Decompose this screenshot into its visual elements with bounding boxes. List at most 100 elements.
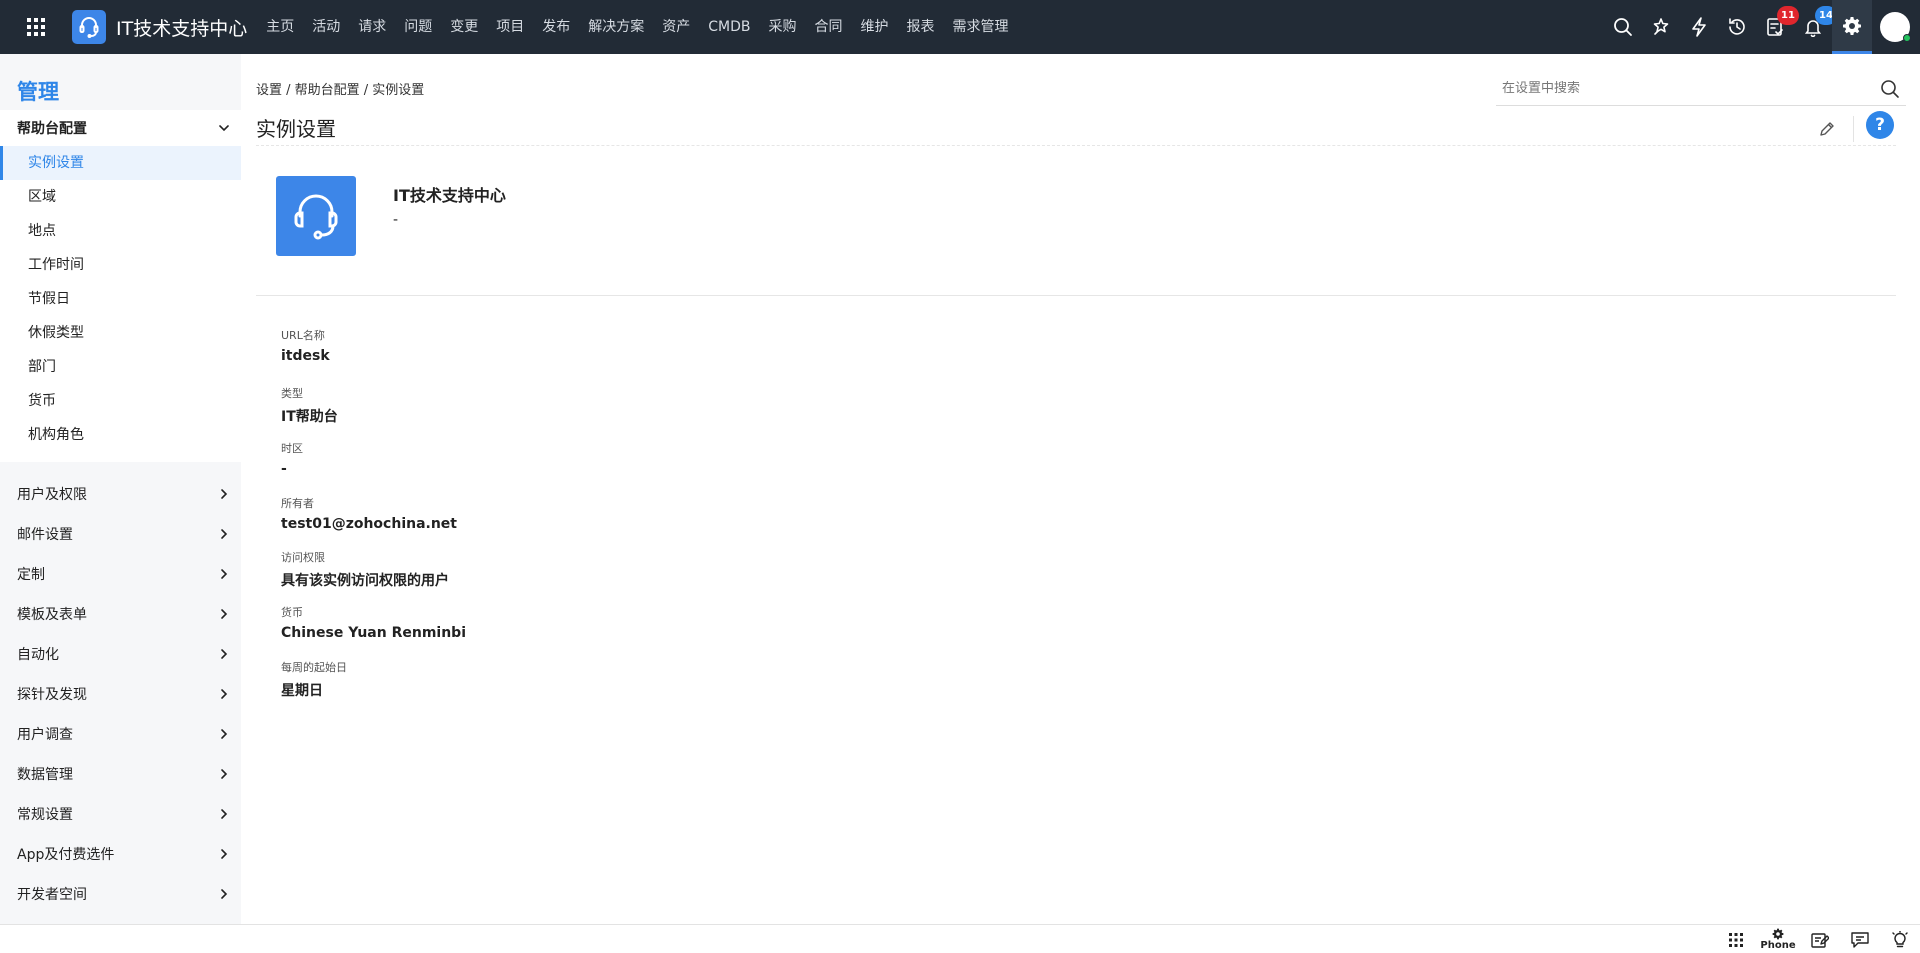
chevron-right-icon [221,529,228,539]
sidebar-item-data-management[interactable]: 数据管理 [0,754,241,794]
settings-search-button[interactable] [1880,79,1900,103]
chevron-right-icon [221,489,228,499]
sidebar-item-developer-space[interactable]: 开发者空间 [0,874,241,914]
sidebar-item-user-survey[interactable]: 用户调查 [0,714,241,754]
page-title: 实例设置 [256,117,336,141]
sidebar-item-label: 用户及权限 [17,487,87,503]
sidebar-item-apps-addons[interactable]: App及付费选件 [0,834,241,874]
edit-button[interactable] [1816,118,1838,140]
sidebar-item-users-permissions[interactable]: 用户及权限 [0,474,241,514]
sidebar-item-holidays[interactable]: 节假日 [0,282,241,316]
phone-button[interactable]: Phone [1756,925,1800,953]
nav-cmdb[interactable]: CMDB [699,0,759,54]
settings-search [1496,72,1906,106]
user-avatar[interactable] [1880,12,1911,42]
settings-search-input[interactable] [1496,81,1866,96]
field-type: 类型 IT帮助台 [281,385,338,426]
field-label: 时区 [281,442,303,455]
phone-label: Phone [1760,940,1796,951]
field-label: 货币 [281,606,303,619]
headset-logo-icon [72,10,106,44]
sidebar-item-regions[interactable]: 区域 [0,180,241,214]
field-url-name: URL名称 itdesk [281,327,330,364]
sidebar-item-automation[interactable]: 自动化 [0,634,241,674]
field-label: 访问权限 [281,551,325,564]
nav-changes[interactable]: 变更 [441,0,487,54]
apps-grid-icon [1729,932,1743,947]
field-value: 具有该实例访问权限的用户 [281,573,449,589]
bottom-bar: Phone [0,924,1920,953]
sidebar-item-label: 邮件设置 [17,527,73,543]
sidebar-item-org-roles[interactable]: 机构角色 [0,418,241,452]
main-content: 设置 / 帮助台配置 / 实例设置 实例设置 ? IT技术支持中心 - URL名… [241,54,1920,924]
quick-create-button[interactable] [1642,0,1680,54]
brand[interactable]: IT技术支持中心 [72,0,257,54]
recent-items-button[interactable] [1718,0,1756,54]
chevron-right-icon [221,729,228,739]
sidebar-item-departments[interactable]: 部门 [0,350,241,384]
chevron-right-icon [221,849,228,859]
sidebar-title: 管理 [17,80,59,104]
nav-demand-management[interactable]: 需求管理 [943,0,1017,54]
nav-projects[interactable]: 项目 [487,0,533,54]
sidebar-item-currency[interactable]: 货币 [0,384,241,418]
sidebar-item-leave-types[interactable]: 休假类型 [0,316,241,350]
nav-maintenance[interactable]: 维护 [851,0,897,54]
tips-button[interactable] [1880,925,1920,953]
chevron-right-icon [221,769,228,779]
phone-gear-icon [1772,928,1784,940]
magic-icon [1653,18,1669,35]
online-status-dot [1903,34,1911,42]
nav-reports[interactable]: 报表 [897,0,943,54]
sidebar-item-operational-hours[interactable]: 工作时间 [0,248,241,282]
notifications-button[interactable]: 14 [1794,0,1837,54]
nav-purchase[interactable]: 采购 [759,0,805,54]
chevron-down-icon [219,125,229,132]
chat-button[interactable] [1840,925,1880,953]
details-divider [256,295,1896,296]
sidebar-group-label: 帮助台配置 [17,121,87,137]
settings-button[interactable] [1832,0,1872,54]
nav-releases[interactable]: 发布 [533,0,579,54]
sidebar-item-label: App及付费选件 [17,847,115,863]
tasks-button[interactable]: 11 [1756,0,1799,54]
chat-icon [1851,931,1869,948]
nav-assets[interactable]: 资产 [653,0,699,54]
search-icon [1614,18,1632,36]
sidebar-item-general-settings[interactable]: 常规设置 [0,794,241,834]
sidebar-group-helpdesk-config[interactable]: 帮助台配置 [0,110,241,146]
sidebar-item-label: 定制 [17,567,45,583]
global-search-button[interactable] [1604,0,1642,54]
sidebar-item-label: 常规设置 [17,807,73,823]
nav-requests[interactable]: 请求 [349,0,395,54]
nav-home[interactable]: 主页 [257,0,303,54]
sidebar-item-instance-settings[interactable]: 实例设置 [0,146,241,180]
help-button[interactable]: ? [1866,111,1894,139]
nav-problems[interactable]: 问题 [395,0,441,54]
search-icon [1881,80,1899,98]
instance-logo [276,176,356,256]
bottom-apps-button[interactable] [1716,925,1756,953]
notes-button[interactable] [1800,925,1840,953]
apps-menu-button[interactable] [0,0,72,54]
sidebar-item-sites[interactable]: 地点 [0,214,241,248]
gear-icon [1843,16,1861,35]
nav-contracts[interactable]: 合同 [805,0,851,54]
history-icon [1729,18,1745,35]
chevron-right-icon [221,649,228,659]
lightbulb-icon [1892,930,1908,947]
field-value: - [281,461,287,477]
sidebar-item-customization[interactable]: 定制 [0,554,241,594]
field-value: 星期日 [281,683,323,699]
sidebar-sections: 用户及权限 邮件设置 定制 模板及表单 自动化 探针及发现 用户调查 数据管理 … [0,462,241,914]
sidebar-item-templates-forms[interactable]: 模板及表单 [0,594,241,634]
quick-actions-button[interactable] [1680,0,1718,54]
nav-activities[interactable]: 活动 [303,0,349,54]
sidebar-item-mail-settings[interactable]: 邮件设置 [0,514,241,554]
bolt-icon [1692,17,1706,37]
breadcrumb: 设置 / 帮助台配置 / 实例设置 [256,83,425,98]
field-value: itdesk [281,348,330,364]
bottom-tools: Phone [1716,925,1920,953]
sidebar-item-probes-discovery[interactable]: 探针及发现 [0,674,241,714]
nav-solutions[interactable]: 解决方案 [579,0,653,54]
